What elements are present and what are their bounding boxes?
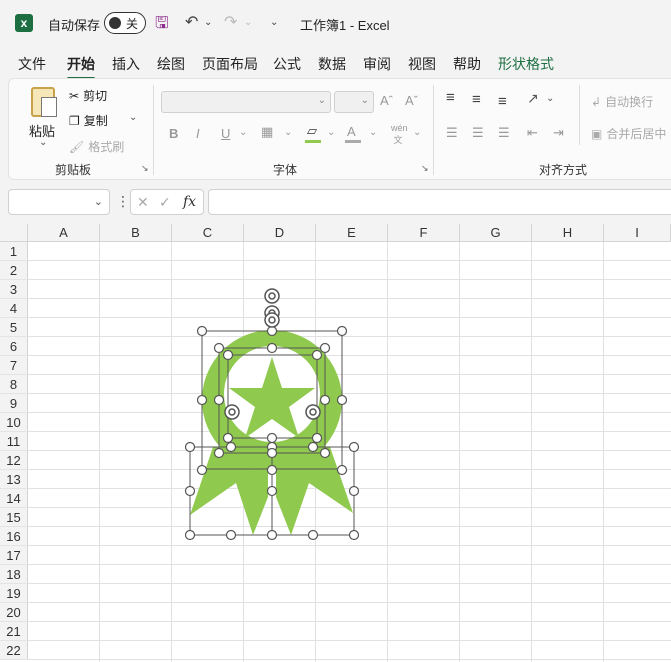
resize-handle[interactable] xyxy=(184,529,196,541)
rotate-handle-icon[interactable] xyxy=(224,404,240,420)
resize-handle[interactable] xyxy=(184,485,196,497)
resize-handle[interactable] xyxy=(225,441,237,453)
resize-handle[interactable] xyxy=(319,447,331,459)
resize-handle[interactable] xyxy=(336,464,348,476)
resize-handle[interactable] xyxy=(266,464,278,476)
resize-handle[interactable] xyxy=(266,529,278,541)
resize-handle[interactable] xyxy=(336,394,348,406)
resize-handle[interactable] xyxy=(266,432,278,444)
resize-handle[interactable] xyxy=(196,325,208,337)
resize-handle[interactable] xyxy=(266,447,278,459)
resize-handle[interactable] xyxy=(336,325,348,337)
resize-handle[interactable] xyxy=(319,342,331,354)
resize-handle[interactable] xyxy=(196,394,208,406)
resize-handle[interactable] xyxy=(348,485,360,497)
resize-handle[interactable] xyxy=(213,394,225,406)
resize-handle[interactable] xyxy=(225,529,237,541)
resize-handle[interactable] xyxy=(213,447,225,459)
rotate-handle-icon[interactable] xyxy=(305,404,321,420)
rotate-handle-icon[interactable] xyxy=(264,312,280,328)
resize-handle[interactable] xyxy=(307,529,319,541)
resize-handle[interactable] xyxy=(266,485,278,497)
resize-handle[interactable] xyxy=(307,441,319,453)
resize-handle[interactable] xyxy=(348,441,360,453)
resize-handle[interactable] xyxy=(348,529,360,541)
resize-handle[interactable] xyxy=(311,349,323,361)
resize-handle[interactable] xyxy=(319,394,331,406)
resize-handle[interactable] xyxy=(222,432,234,444)
rotate-handle-icon[interactable] xyxy=(264,288,280,304)
resize-handle[interactable] xyxy=(222,349,234,361)
resize-handle[interactable] xyxy=(311,432,323,444)
resize-handle[interactable] xyxy=(213,342,225,354)
resize-handle[interactable] xyxy=(196,464,208,476)
resize-handle[interactable] xyxy=(184,441,196,453)
resize-handle[interactable] xyxy=(266,342,278,354)
medal-shape-group[interactable] xyxy=(0,0,671,662)
resize-handle[interactable] xyxy=(266,325,278,337)
